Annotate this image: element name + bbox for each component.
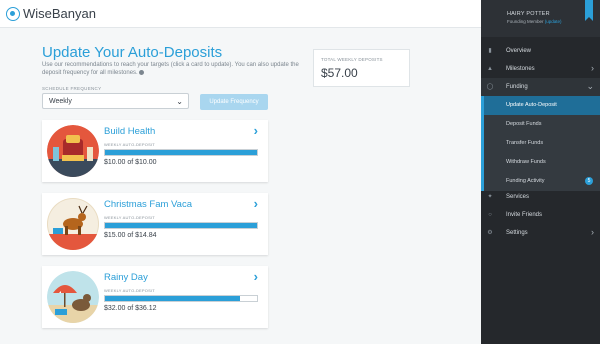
main-content: Update Your Auto-Deposits Use our recomm… <box>0 28 481 344</box>
chevron-down-icon: ⌄ <box>586 81 594 91</box>
active-section-accent <box>481 96 484 191</box>
build-health-illustration <box>47 125 99 177</box>
nav-item-milestones[interactable]: ▲ Milestones › <box>481 60 600 79</box>
funding-activity-badge: 5 <box>585 177 593 185</box>
card-title: Christmas Fam Vaca <box>104 199 192 210</box>
nav-label: Invite Friends <box>506 212 543 218</box>
info-icon[interactable] <box>139 69 145 75</box>
profile-update-link[interactable]: (update) <box>545 19 562 24</box>
card-subtitle: WEEKLY AUTO-DEPOSIT <box>104 142 155 147</box>
rainy-day-illustration <box>47 271 99 323</box>
nav-item-funding[interactable]: ◯ Funding ⌄ <box>481 78 600 97</box>
top-bar: WiseBanyan <box>0 0 481 28</box>
card-title: Build Health <box>104 126 156 137</box>
nav-label: Funding <box>506 84 528 90</box>
gear-icon: ⚙ <box>487 230 493 236</box>
chevron-right-icon: › <box>591 227 594 237</box>
nav-label: Overview <box>506 48 532 54</box>
profile-role: Founding Member <box>507 19 544 24</box>
mountain-icon: ▲ <box>487 66 493 72</box>
card-title: Rainy Day <box>104 272 148 283</box>
nav-label: Transfer Funds <box>506 140 544 146</box>
card-amount: $32.00 of $36.12 <box>104 305 157 312</box>
nav-item-overview[interactable]: ▮ Overview <box>481 42 600 61</box>
coin-icon: ◯ <box>486 84 494 90</box>
chat-icon: ○ <box>488 212 492 218</box>
progress-fill <box>105 223 257 228</box>
card-amount: $10.00 of $10.00 <box>104 159 157 166</box>
nav-item-settings[interactable]: ⚙ Settings › <box>481 224 600 243</box>
progress-fill <box>105 296 240 301</box>
nav-label: Withdraw Funds <box>506 159 546 165</box>
frequency-select[interactable]: Weekly ⌄ <box>42 93 189 109</box>
banyan-logo-icon <box>6 6 20 21</box>
nav-item-invite-friends[interactable]: ○ Invite Friends <box>481 206 600 225</box>
logo[interactable]: WiseBanyan <box>6 6 96 21</box>
progress-fill <box>105 150 257 155</box>
page-description-text: Use our recommendations to reach your ta… <box>42 62 299 76</box>
bar-chart-icon: ▮ <box>488 48 492 54</box>
nav-label: Milestones <box>506 66 535 72</box>
sub-item-withdraw-funds[interactable]: Withdraw Funds <box>481 153 600 172</box>
milestone-card-christmas-fam-vaca[interactable]: Christmas Fam Vaca › WEEKLY AUTO-DEPOSIT… <box>42 193 268 255</box>
services-icon: ✦ <box>487 194 493 200</box>
total-deposits-value: $57.00 <box>321 66 358 80</box>
nav-label: Funding Activity <box>506 178 545 184</box>
nav-label: Services <box>506 194 530 200</box>
total-deposits-label: TOTAL WEEKLY DEPOSITS <box>321 57 383 62</box>
profile-name: HAIRY POTTER <box>507 11 550 17</box>
frequency-label: SCHEDULE FREQUENCY <box>42 86 102 91</box>
chevron-right-icon[interactable]: › <box>254 269 258 284</box>
sub-item-transfer-funds[interactable]: Transfer Funds <box>481 134 600 153</box>
frequency-value: Weekly <box>49 98 72 105</box>
sub-item-update-auto-deposit[interactable]: Update Auto-Deposit <box>481 96 600 115</box>
christmas-vacation-illustration <box>47 198 99 250</box>
sub-item-deposit-funds[interactable]: Deposit Funds <box>481 115 600 134</box>
nav-item-services[interactable]: ✦ Services <box>481 188 600 207</box>
chevron-right-icon: › <box>591 63 594 73</box>
nav-label: Deposit Funds <box>506 121 542 127</box>
chevron-right-icon[interactable]: › <box>254 123 258 138</box>
nav-label: Update Auto-Deposit <box>506 102 557 108</box>
sidebar: HAIRY POTTER Founding Member (update) ▮ … <box>481 0 600 344</box>
profile-panel: HAIRY POTTER Founding Member (update) <box>481 0 600 37</box>
card-subtitle: WEEKLY AUTO-DEPOSIT <box>104 288 155 293</box>
page-description: Use our recommendations to reach your ta… <box>42 62 302 77</box>
nav-label: Settings <box>506 230 528 236</box>
milestone-card-build-health[interactable]: Build Health › WEEKLY AUTO-DEPOSIT $10.0… <box>42 120 268 182</box>
total-deposits-box: TOTAL WEEKLY DEPOSITS $57.00 <box>313 49 410 87</box>
milestone-card-rainy-day[interactable]: Rainy Day › WEEKLY AUTO-DEPOSIT $32.00 o… <box>42 266 268 328</box>
progress-bar <box>104 295 258 302</box>
chevron-right-icon[interactable]: › <box>254 196 258 211</box>
page-title: Update Your Auto-Deposits <box>42 44 223 61</box>
bookmark-icon[interactable] <box>585 0 593 21</box>
card-subtitle: WEEKLY AUTO-DEPOSIT <box>104 215 155 220</box>
progress-bar <box>104 222 258 229</box>
progress-bar <box>104 149 258 156</box>
card-amount: $15.00 of $14.84 <box>104 232 157 239</box>
brand-name: WiseBanyan <box>23 6 96 21</box>
profile-role-line: Founding Member (update) <box>507 19 562 24</box>
update-frequency-button[interactable]: Update Frequency <box>200 94 268 110</box>
chevron-down-icon: ⌄ <box>176 97 183 106</box>
